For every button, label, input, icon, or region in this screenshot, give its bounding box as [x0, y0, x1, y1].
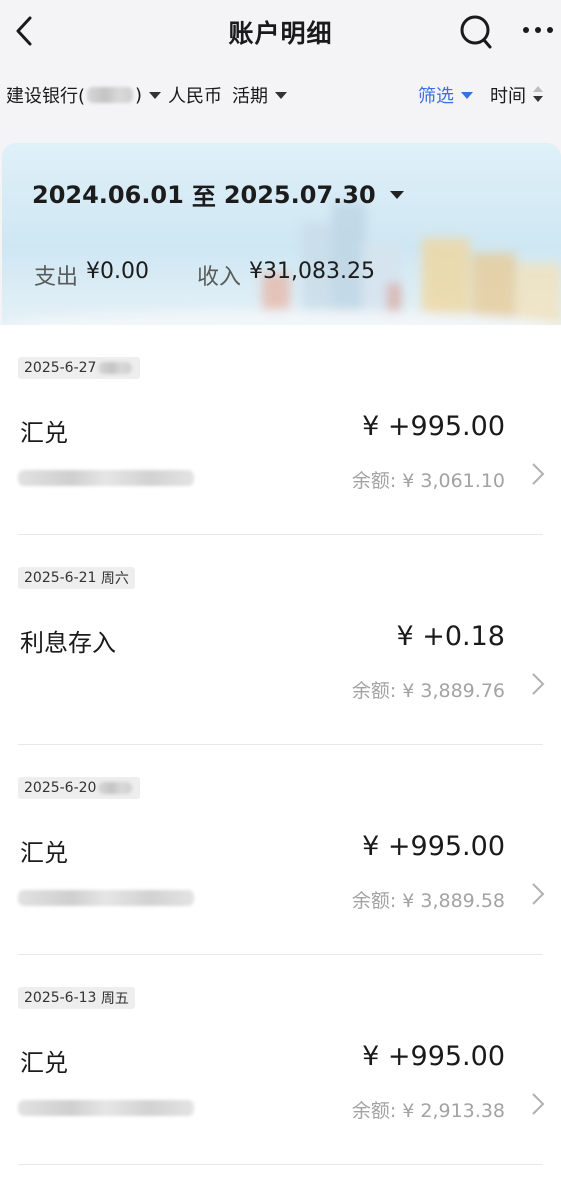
transaction-weekday: 周六	[100, 571, 129, 587]
date-tag: 2025-6-27	[18, 357, 141, 379]
filter-bar: 建设银行( ) 人民币 活期 筛选 时间	[0, 76, 561, 114]
masked-account-number	[87, 87, 134, 103]
bank-suffix: )	[135, 84, 143, 106]
transaction-balance: 余额: ¥ 3,061.10	[351, 470, 505, 492]
income-value: ¥31,083.25	[249, 259, 375, 284]
divider	[18, 1164, 543, 1165]
expense-label: 支出	[34, 265, 79, 290]
filter-button[interactable]: 筛选	[418, 82, 473, 108]
expense-value: ¥0.00	[86, 259, 149, 284]
top-nav: 账户明细	[0, 0, 561, 64]
masked-counterparty	[18, 470, 194, 486]
chevron-right-icon	[532, 1093, 545, 1115]
income-label: 收入	[197, 265, 242, 290]
date-separator: 至	[191, 183, 216, 211]
transaction-title: 利息存入	[20, 629, 116, 657]
chevron-right-icon	[532, 673, 545, 695]
transaction-item[interactable]: 2025-6-27 汇兑 ¥ +995.00 余额: ¥ 3,061.10	[0, 325, 561, 535]
date-tag: 2025-6-13 周五	[18, 987, 135, 1009]
summary-banner: 2024.06.01 至 2025.07.30 支出 ¥0.00 收入 ¥31,…	[2, 143, 561, 333]
masked-weekday	[98, 362, 133, 374]
masked-weekday	[98, 782, 133, 794]
masked-counterparty	[18, 890, 194, 906]
summary-totals: 支出 ¥0.00 收入 ¥31,083.25	[34, 259, 375, 291]
more-horizontal-icon[interactable]	[520, 18, 556, 42]
bank-name: 建设银行(	[6, 86, 86, 107]
masked-counterparty	[18, 1100, 194, 1116]
bank-account-selector[interactable]: 建设银行( )	[6, 82, 162, 108]
chevron-right-icon	[532, 463, 545, 485]
transaction-date: 2025-6-21	[24, 570, 97, 586]
currency-label[interactable]: 人民币	[168, 82, 222, 108]
search-icon[interactable]	[457, 12, 495, 52]
date-tag: 2025-6-20	[18, 777, 141, 799]
transaction-balance: 余额: ¥ 3,889.58	[351, 890, 505, 912]
caret-down-icon	[149, 91, 162, 99]
date-range-selector[interactable]: 2024.06.01 至 2025.07.30	[32, 177, 404, 212]
transaction-amount: ¥ +995.00	[362, 1041, 505, 1072]
chevron-right-icon	[532, 883, 545, 905]
transaction-amount: ¥ +995.00	[362, 831, 505, 862]
city-illustration	[2, 203, 561, 333]
transaction-item[interactable]: 2025-6-13 周五 汇兑 ¥ +995.00 余额: ¥ 2,913.38	[0, 955, 561, 1165]
transaction-date: 2025-6-20	[24, 780, 97, 796]
sort-icon	[532, 86, 544, 104]
caret-down-icon	[461, 91, 473, 99]
caret-down-icon	[389, 190, 404, 199]
transaction-weekday: 周五	[100, 991, 129, 1007]
time-sort-button[interactable]: 时间	[490, 82, 544, 108]
transaction-title: 汇兑	[20, 1049, 68, 1077]
time-sort-label: 时间	[490, 86, 526, 107]
transaction-list: 2025-6-27 汇兑 ¥ +995.00 余额: ¥ 3,061.10 20…	[0, 325, 561, 1192]
transaction-balance: 余额: ¥ 2,913.38	[351, 1100, 505, 1122]
transaction-amount: ¥ +0.18	[396, 621, 505, 652]
date-to: 2025.07.30	[223, 180, 376, 209]
transaction-amount: ¥ +995.00	[362, 411, 505, 442]
date-tag: 2025-6-21 周六	[18, 567, 135, 589]
account-type-selector[interactable]: 活期	[232, 82, 287, 108]
transaction-date: 2025-6-27	[24, 360, 97, 376]
transaction-title: 汇兑	[20, 839, 68, 867]
transaction-item[interactable]: 2025-6-20 汇兑 ¥ +995.00 余额: ¥ 3,889.58	[0, 745, 561, 955]
account-type-label: 活期	[232, 86, 268, 107]
filter-label: 筛选	[418, 86, 454, 107]
transaction-title: 汇兑	[20, 419, 68, 447]
date-from: 2024.06.01	[32, 180, 184, 209]
transaction-balance: 余额: ¥ 3,889.76	[351, 680, 505, 702]
transaction-item[interactable]: 2025-6-21 周六 利息存入 ¥ +0.18 余额: ¥ 3,889.76	[0, 535, 561, 745]
caret-down-icon	[275, 91, 287, 99]
account-details-page: 账户明细 建设银行( ) 人民币 活期 筛选 时间 2024.06.01 至 2…	[0, 0, 561, 1192]
transaction-date: 2025-6-13	[24, 990, 97, 1006]
